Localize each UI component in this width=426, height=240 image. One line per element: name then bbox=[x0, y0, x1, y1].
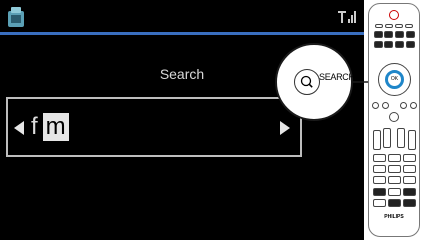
callout-lines bbox=[353, 81, 369, 83]
remote-button[interactable] bbox=[397, 128, 405, 148]
remote-button[interactable] bbox=[382, 102, 389, 109]
remote-button[interactable] bbox=[403, 188, 416, 196]
remote-control: OK PHILIPS bbox=[368, 3, 420, 237]
remote-button[interactable] bbox=[373, 154, 386, 162]
remote-button[interactable] bbox=[384, 41, 393, 48]
ok-button[interactable]: OK bbox=[385, 70, 404, 89]
remote-button[interactable] bbox=[388, 188, 401, 196]
remote-button[interactable] bbox=[388, 176, 401, 184]
remote-button[interactable] bbox=[385, 24, 393, 28]
remote-button[interactable] bbox=[374, 41, 383, 48]
remote-button[interactable] bbox=[383, 128, 391, 148]
remote-button[interactable] bbox=[373, 165, 386, 173]
remote-button[interactable] bbox=[389, 112, 399, 122]
remote-button[interactable] bbox=[373, 130, 381, 150]
remote-button[interactable] bbox=[403, 165, 416, 173]
remote-button[interactable] bbox=[403, 199, 416, 207]
remote-button[interactable] bbox=[388, 165, 401, 173]
remote-button[interactable] bbox=[400, 102, 407, 109]
remote-button[interactable] bbox=[374, 31, 383, 38]
remote-button[interactable] bbox=[375, 24, 383, 28]
ok-label: OK bbox=[390, 76, 399, 82]
remote-button[interactable] bbox=[403, 154, 416, 162]
remote-button[interactable] bbox=[406, 41, 415, 48]
remote-button[interactable] bbox=[388, 199, 401, 207]
remote-button[interactable] bbox=[403, 176, 416, 184]
remote-button[interactable] bbox=[395, 41, 404, 48]
remote-button[interactable] bbox=[395, 31, 404, 38]
remote-button[interactable] bbox=[406, 31, 415, 38]
remote-button[interactable] bbox=[373, 188, 386, 196]
remote-button[interactable] bbox=[372, 102, 379, 109]
remote-button[interactable] bbox=[384, 31, 393, 38]
brand-logo: PHILIPS bbox=[384, 214, 404, 220]
remote-button[interactable] bbox=[410, 102, 417, 109]
remote-button[interactable] bbox=[373, 199, 386, 207]
remote-button[interactable] bbox=[388, 154, 401, 162]
remote-button[interactable] bbox=[395, 24, 403, 28]
power-button[interactable] bbox=[389, 10, 399, 20]
remote-button[interactable] bbox=[405, 24, 413, 28]
remote-button[interactable] bbox=[408, 130, 416, 150]
remote-button[interactable] bbox=[373, 176, 386, 184]
